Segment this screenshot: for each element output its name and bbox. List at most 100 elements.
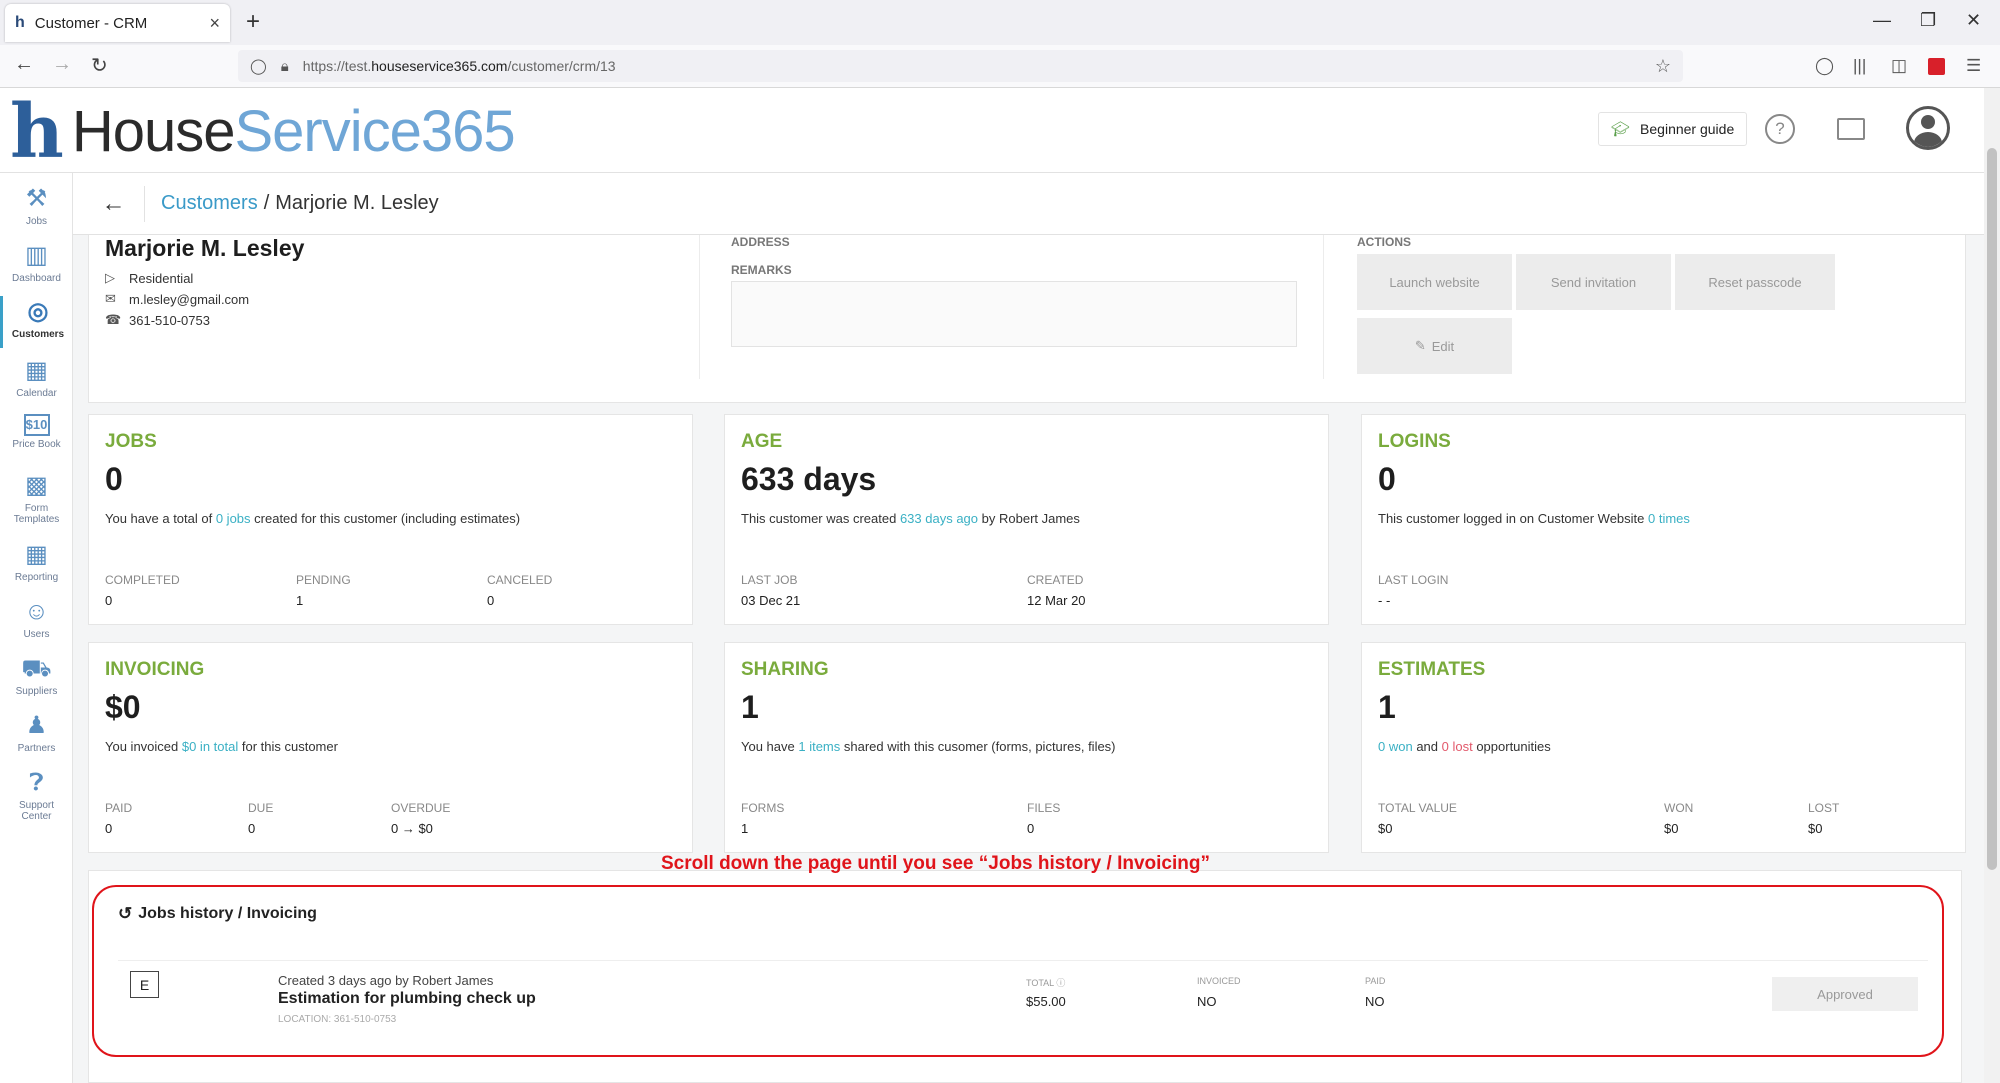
menu-icon[interactable]: ☰ <box>1966 56 1981 76</box>
card-description: This customer logged in on Customer Webs… <box>1378 511 1690 526</box>
remarks-field[interactable] <box>731 281 1297 347</box>
sidebar-item-jobs[interactable]: ⚒ Jobs <box>0 185 73 227</box>
customer-phone[interactable]: ☎ 361-510-0753 <box>105 312 210 328</box>
age-card: AGE 633 days This customer was created 6… <box>724 414 1329 625</box>
restore-icon[interactable]: ❐ <box>1920 10 1936 31</box>
card-title: INVOICING <box>105 659 205 680</box>
favicon-icon: h <box>15 14 25 31</box>
won-link[interactable]: 0 won <box>1378 739 1413 754</box>
stat-forms: FORMS 1 <box>741 801 785 836</box>
invoicing-link[interactable]: $0 in total <box>182 739 238 754</box>
sidebar-item-form-templates[interactable]: ▩ Form Templates <box>0 472 73 525</box>
browser-tab[interactable]: h Customer - CRM × <box>5 4 230 42</box>
reload-icon[interactable]: ↻ <box>91 53 108 78</box>
sidebar-item-reporting[interactable]: ▦ Reporting <box>0 541 73 583</box>
page-scrollbar[interactable] <box>1984 88 2000 1083</box>
logo-mark-icon: h <box>10 88 64 175</box>
sidebar-item-partners[interactable]: ♟ Partners <box>0 712 73 754</box>
avatar[interactable] <box>1906 106 1950 150</box>
customer-type: ▷ Residential <box>105 270 194 286</box>
card-description: 0 won and 0 lost opportunities <box>1378 739 1551 754</box>
address-label: ADDRESS <box>731 235 790 249</box>
stat-canceled: CANCELED 0 <box>487 573 553 608</box>
sidebar-item-support-center[interactable]: ❓︎ Support Center <box>0 769 73 822</box>
sidebar-item-calendar[interactable]: ▦ Calendar <box>0 357 73 399</box>
stat-won: WON $0 <box>1664 801 1694 836</box>
sidebar-item-users[interactable]: ☺ Users <box>0 598 73 640</box>
card-value: 0 <box>105 461 123 497</box>
annotation-instruction: Scroll down the page until you see “Jobs… <box>661 853 1210 874</box>
tab-title: Customer - CRM <box>34 14 148 32</box>
logins-card: LOGINS 0 This customer logged in on Cust… <box>1361 414 1966 625</box>
back-icon[interactable]: ← <box>14 53 34 76</box>
sidebar-item-customers[interactable]: ◎ Customers <box>0 296 73 348</box>
breadcrumb-customers-link[interactable]: Customers <box>161 192 258 215</box>
bookmark-star-icon[interactable]: ☆ <box>1655 56 1671 77</box>
total-label: TOTAL ⓘ <box>1026 978 1066 988</box>
divider <box>118 960 1928 961</box>
new-tab-button[interactable]: + <box>246 8 260 36</box>
send-invitation-button[interactable]: Send invitation <box>1516 254 1671 310</box>
stat-total-value: TOTAL VALUE $0 <box>1378 801 1457 836</box>
breadcrumb-current: Marjorie M. Lesley <box>275 192 439 214</box>
remarks-label: REMARKS <box>731 263 792 277</box>
reset-passcode-button[interactable]: Reset passcode <box>1675 254 1835 310</box>
logo[interactable]: h House Service365 <box>10 88 516 175</box>
logins-link[interactable]: 0 times <box>1648 511 1690 526</box>
pocket-icon[interactable]: ◯ <box>1815 56 1834 76</box>
library-icon[interactable]: ||| <box>1853 56 1866 76</box>
logo-text-house: House <box>71 99 236 164</box>
estimates-card: ESTIMATES 1 0 won and 0 lost opportuniti… <box>1361 642 1966 853</box>
stat-last-login: LAST LOGIN - - <box>1378 573 1449 608</box>
forward-icon[interactable]: → <box>52 53 72 76</box>
customer-email[interactable]: ✉ m.lesley@gmail.com <box>105 291 249 307</box>
help-icon[interactable]: ? <box>1765 114 1795 144</box>
scrollbar-thumb[interactable] <box>1987 148 1997 870</box>
shield-icon: ◯ <box>250 58 267 75</box>
close-icon[interactable]: × <box>209 13 220 34</box>
beginner-guide-label: Beginner guide <box>1640 121 1735 137</box>
customer-profile: Marjorie M. Lesley ▷ Residential ✉ m.les… <box>88 235 1966 403</box>
age-link[interactable]: 633 days ago <box>900 511 978 526</box>
paid-value: NO <box>1365 994 1385 1009</box>
jobs-card: JOBS 0 You have a total of 0 jobs create… <box>88 414 693 625</box>
card-description: You have 1 items shared with this cusome… <box>741 739 1116 754</box>
breadcrumb: ← Customers / Marjorie M. Lesley <box>73 173 1984 235</box>
column-divider <box>699 235 700 379</box>
approved-status-button[interactable]: Approved <box>1772 977 1918 1011</box>
lock-icon: 🔒︎ <box>280 57 289 75</box>
edit-button[interactable]: ✎ Edit <box>1357 318 1512 374</box>
stat-completed: COMPLETED 0 <box>105 573 180 608</box>
sharing-link[interactable]: 1 items <box>798 739 840 754</box>
lost-link[interactable]: 0 lost <box>1442 739 1473 754</box>
window-close-icon[interactable]: ✕ <box>1966 10 1981 31</box>
beginner-guide-button[interactable]: 🎓︎ Beginner guide <box>1598 112 1748 146</box>
card-title: SHARING <box>741 659 829 680</box>
truck-icon: ⛟ <box>21 655 52 682</box>
launch-website-button[interactable]: Launch website <box>1357 254 1512 310</box>
jobs-link[interactable]: 0 jobs <box>216 511 251 526</box>
minimize-icon[interactable]: — <box>1873 10 1891 31</box>
url-text: https://test.houseservice365.com/custome… <box>302 58 616 74</box>
invoiced-label: INVOICED <box>1197 976 1241 986</box>
invoicing-card: INVOICING $0 You invoiced $0 in total fo… <box>88 642 693 853</box>
card-title: AGE <box>741 431 783 452</box>
sharing-card: SHARING 1 You have 1 items shared with t… <box>724 642 1329 853</box>
column-divider <box>1323 235 1324 379</box>
url-bar[interactable]: ◯ 🔒︎ https://test.houseservice365.com/cu… <box>238 50 1683 82</box>
card-title: ESTIMATES <box>1378 659 1486 680</box>
job-title-link[interactable]: Estimation for plumbing check up <box>278 990 536 1008</box>
logo-text-service: Service365 <box>234 99 515 164</box>
sidebar-item-price-book[interactable]: $10 Price Book <box>0 414 73 450</box>
extension-icon[interactable] <box>1928 58 1945 75</box>
estimate-type-badge: E <box>130 971 159 998</box>
stat-last-job: LAST JOB 03 Dec 21 <box>741 573 801 608</box>
sidebar-toggle-icon[interactable]: ◫ <box>1891 56 1907 76</box>
stat-created: CREATED 12 Mar 20 <box>1027 573 1086 608</box>
back-arrow-icon[interactable]: ← <box>83 185 145 222</box>
sidebar-item-dashboard[interactable]: ▥ Dashboard <box>0 242 73 284</box>
stat-files: FILES 0 <box>1027 801 1061 836</box>
folder-icon[interactable] <box>1837 118 1865 140</box>
tag-icon: ▷ <box>105 270 115 285</box>
sidebar-item-suppliers[interactable]: ⛟ Suppliers <box>0 655 73 697</box>
